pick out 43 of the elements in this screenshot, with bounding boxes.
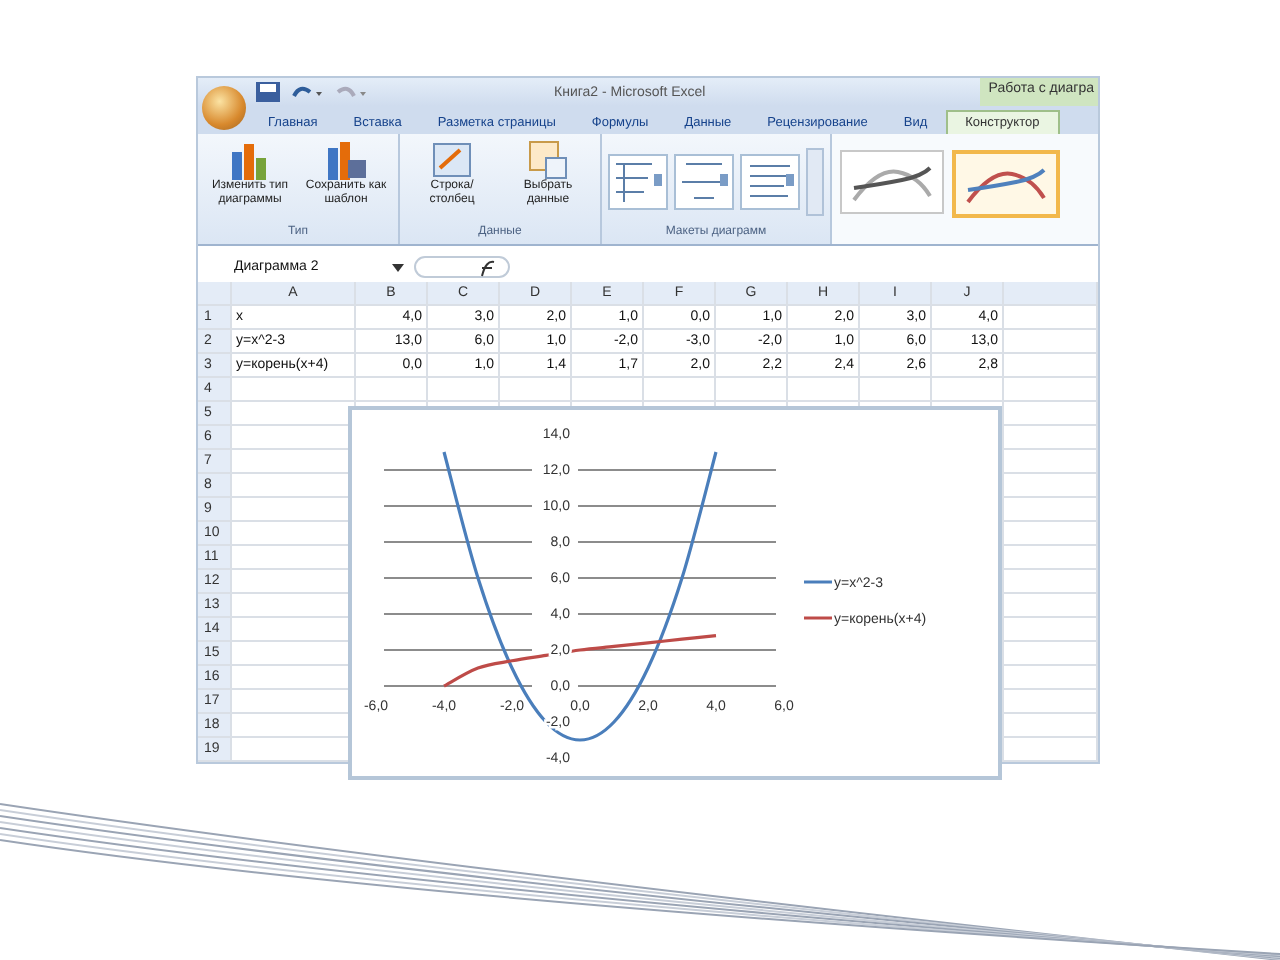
chart-style-thumbnail[interactable] (952, 150, 1060, 218)
table-cell (232, 378, 356, 402)
table-cell (1004, 450, 1098, 474)
table-cell (1004, 306, 1098, 330)
table-cell (1004, 642, 1098, 666)
table-cell (1004, 474, 1098, 498)
dropdown-icon[interactable] (390, 261, 406, 273)
table-cell (572, 378, 644, 402)
save-icon[interactable] (254, 80, 282, 104)
bar-chart-icon (228, 140, 272, 180)
table-cell (500, 378, 572, 402)
table-cell (1004, 546, 1098, 570)
table-cell (788, 378, 860, 402)
table-cell (1004, 498, 1098, 522)
table-cell (1004, 618, 1098, 642)
table-cell (1004, 402, 1098, 426)
table-cell (1004, 570, 1098, 594)
formula-field[interactable] (414, 256, 510, 278)
table-cell (1004, 714, 1098, 738)
function-icon[interactable] (476, 258, 500, 278)
office-button[interactable] (202, 86, 246, 130)
chart-save-icon (324, 140, 368, 180)
table-cell (356, 378, 428, 402)
chart-switch-icon (430, 140, 474, 180)
table-cell (860, 378, 932, 402)
table-cell (1004, 354, 1098, 378)
table-cell (1004, 738, 1098, 762)
layout-thumbnail[interactable] (608, 154, 668, 210)
table-cell (1004, 378, 1098, 402)
table-cell (428, 378, 500, 402)
table-cell (1004, 426, 1098, 450)
table-cell (1004, 522, 1098, 546)
table-icon (526, 140, 570, 180)
table-cell (1004, 690, 1098, 714)
chart-style-thumbnail[interactable] (840, 150, 944, 214)
table-cell (716, 378, 788, 402)
table-cell (644, 378, 716, 402)
table-cell (1004, 330, 1098, 354)
table-cell (1004, 594, 1098, 618)
layout-thumbnail[interactable] (740, 154, 800, 210)
table-cell (1004, 666, 1098, 690)
gallery-scrollbar[interactable] (806, 148, 824, 216)
layout-thumbnail[interactable] (674, 154, 734, 210)
